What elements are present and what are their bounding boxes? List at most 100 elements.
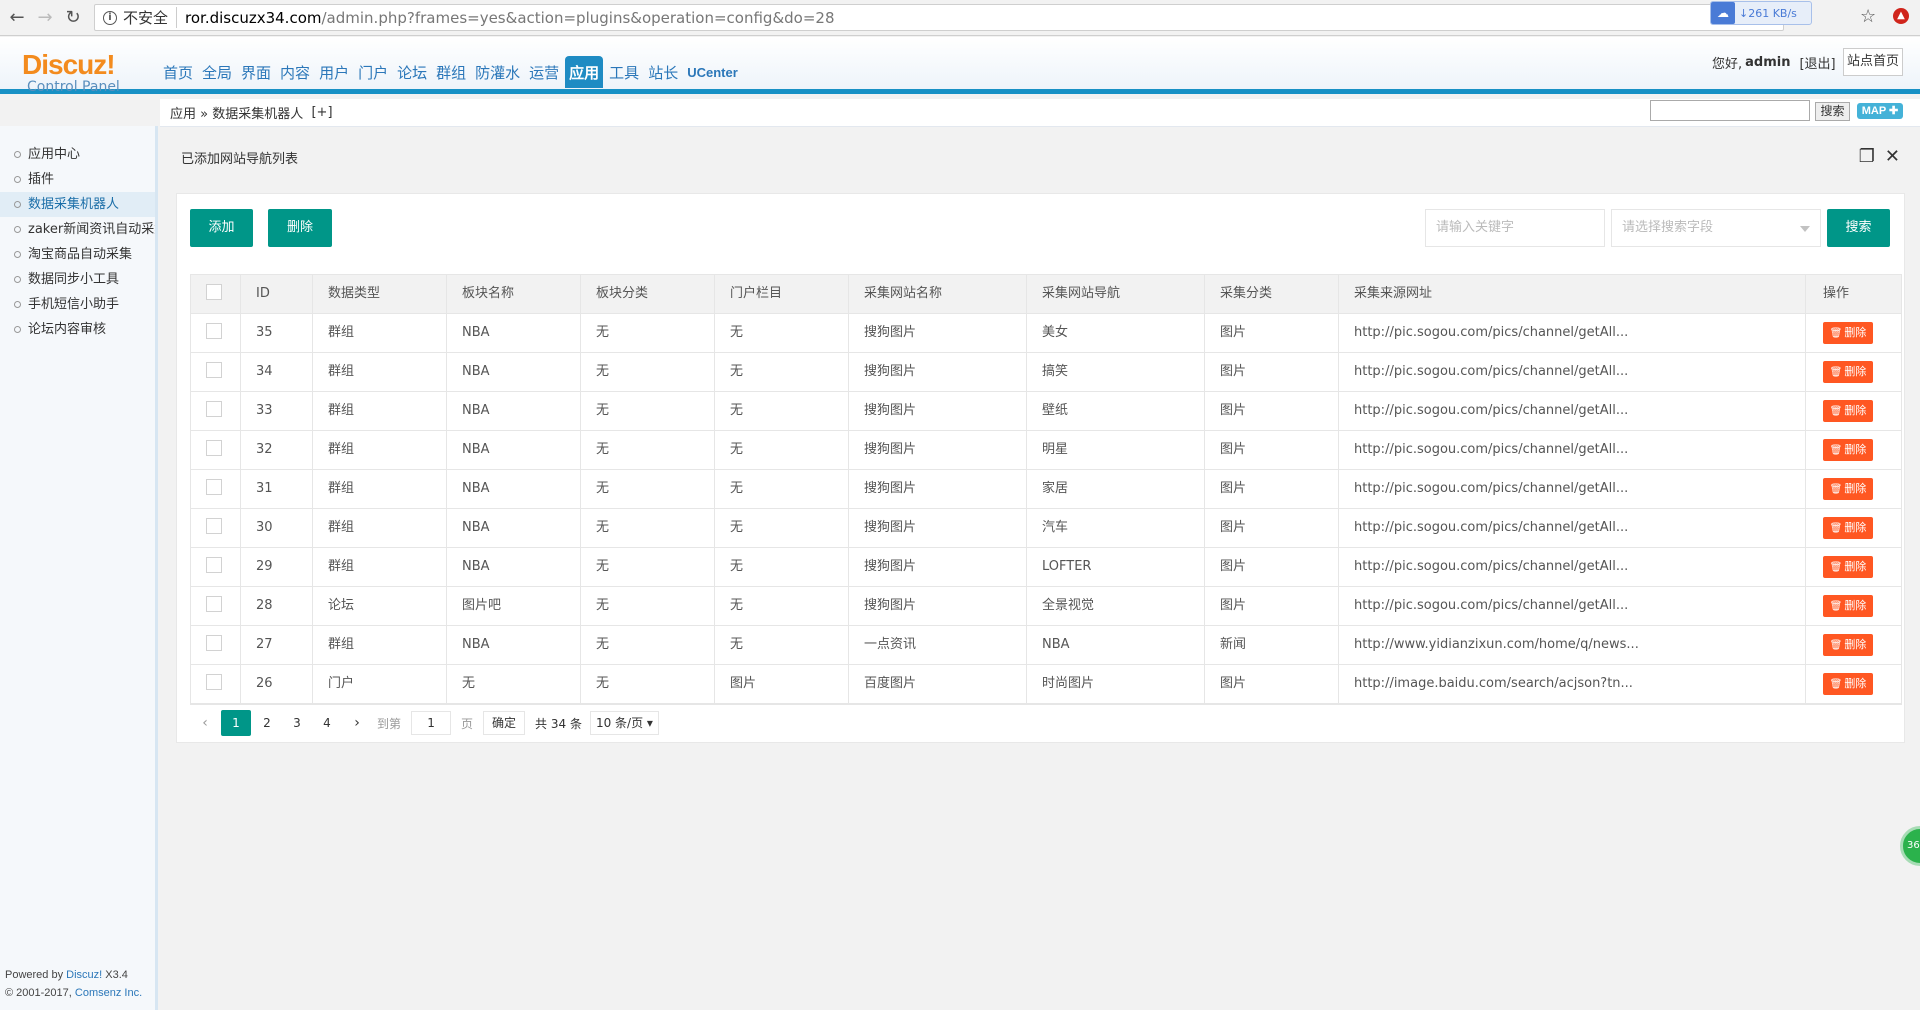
- row-delete-button[interactable]: 🗑 删除: [1823, 555, 1873, 578]
- nav-item-2[interactable]: 界面: [238, 60, 274, 88]
- row-checkbox[interactable]: [206, 557, 222, 573]
- next-page-icon[interactable]: ›: [343, 710, 371, 736]
- nav-item-9[interactable]: 运营: [526, 60, 562, 88]
- cell-cat: 图片: [1205, 665, 1339, 703]
- cell-type: 群组: [313, 431, 447, 469]
- table-row: 32 群组 NBA 无无搜狗图片 明星 图片 http://pic.sogou.com/pi…: [191, 431, 1901, 470]
- row-checkbox[interactable]: [206, 323, 222, 339]
- back-icon[interactable]: ←: [6, 7, 28, 29]
- cell-url: http://pic.sogou.com/pics/channel/getAll…: [1339, 548, 1806, 586]
- footer-company-link[interactable]: Comsenz Inc.: [75, 987, 142, 999]
- nav-item-13[interactable]: UCenter: [684, 60, 741, 88]
- extension-icon[interactable]: ▲: [1893, 8, 1909, 24]
- cloud-icon: ☁: [1711, 2, 1735, 24]
- map-button[interactable]: MAP ✚: [1857, 103, 1903, 119]
- restore-window-icon[interactable]: ❐: [1859, 146, 1875, 167]
- nav-item-6[interactable]: 论坛: [394, 60, 430, 88]
- menu-search-button[interactable]: 搜索: [1815, 102, 1850, 121]
- search-field-select[interactable]: 请选择搜索字段: [1611, 209, 1821, 247]
- select-all-checkbox[interactable]: [206, 284, 222, 300]
- footer-brand-link[interactable]: Discuz!: [66, 969, 102, 981]
- nav-item-1[interactable]: 全局: [199, 60, 235, 88]
- sidebar-item-0[interactable]: 应用中心: [0, 142, 155, 167]
- forward-icon[interactable]: →: [34, 7, 56, 29]
- row-checkbox[interactable]: [206, 362, 222, 378]
- row-delete-button[interactable]: 🗑 删除: [1823, 633, 1873, 656]
- sidebar-item-3[interactable]: zaker新闻资讯自动采集: [0, 217, 155, 242]
- row-delete-button[interactable]: 🗑 删除: [1823, 672, 1873, 695]
- add-button[interactable]: 添加: [190, 209, 253, 247]
- keyword-input[interactable]: 请输入关键字: [1425, 209, 1605, 247]
- row-checkbox[interactable]: [206, 596, 222, 612]
- row-checkbox[interactable]: [206, 674, 222, 690]
- table-body: 35 群组 NBA 无无搜狗图片 美女 图片 http://pic.sogou.com/pi…: [191, 314, 1901, 704]
- logout-link[interactable]: [退出]: [1799, 53, 1835, 72]
- url-path: /admin.php?frames=yes&action=plugins&ope…: [321, 8, 835, 27]
- cell-nav: 全景视觉: [1027, 587, 1205, 625]
- goto-confirm-button[interactable]: 确定: [483, 711, 526, 735]
- row-delete-button[interactable]: 🗑 删除: [1823, 360, 1873, 383]
- cell-cat: 新闻: [1205, 626, 1339, 664]
- username: admin: [1745, 55, 1791, 70]
- row-checkbox[interactable]: [206, 479, 222, 495]
- site-home-button[interactable]: 站点首页: [1843, 48, 1903, 76]
- row-delete-button[interactable]: 🗑 删除: [1823, 321, 1873, 344]
- nav-item-10[interactable]: 应用: [565, 56, 604, 88]
- cell-nav: NBA: [1027, 626, 1205, 664]
- page-size-select[interactable]: 10 条/页 ▾: [589, 711, 659, 735]
- sidebar-item-2[interactable]: 数据采集机器人: [0, 192, 155, 217]
- nav-item-12[interactable]: 站长: [645, 60, 681, 88]
- nav-item-11[interactable]: 工具: [606, 60, 642, 88]
- trash-icon: 🗑: [1829, 678, 1843, 690]
- row-delete-button[interactable]: 🗑 删除: [1823, 594, 1873, 617]
- row-check-cell: [191, 509, 241, 547]
- reload-icon[interactable]: ↻: [62, 7, 84, 29]
- nav-item-8[interactable]: 防灌水: [472, 60, 523, 88]
- row-checkbox[interactable]: [206, 440, 222, 456]
- nav-item-4[interactable]: 用户: [316, 60, 352, 88]
- nav-item-3[interactable]: 内容: [277, 60, 313, 88]
- sidebar-item-4[interactable]: 淘宝商品自动采集: [0, 242, 155, 267]
- row-delete-button[interactable]: 🗑 删除: [1823, 438, 1873, 461]
- row-checkbox[interactable]: [206, 518, 222, 534]
- page-number[interactable]: 4: [313, 710, 341, 736]
- table-row: 31 群组 NBA 无无搜狗图片 家居 图片 http://pic.sogou.com/pi…: [191, 470, 1901, 509]
- nav-item-5[interactable]: 门户: [355, 60, 391, 88]
- cell-cat: 图片: [1205, 392, 1339, 430]
- menu-search-input[interactable]: [1650, 100, 1810, 121]
- browser-toolbar: ← → ↻ i 不安全 ror.discuzx34.com/admin.php?…: [0, 0, 1920, 36]
- cell-id: 27: [241, 626, 313, 664]
- cell-block: NBA: [447, 431, 581, 469]
- row-checkbox[interactable]: [206, 635, 222, 651]
- cell-id: 35: [241, 314, 313, 352]
- sidebar-item-5[interactable]: 数据同步小工具: [0, 267, 155, 292]
- row-check-cell: [191, 626, 241, 664]
- sidebar-item-label: 数据采集机器人: [28, 197, 120, 212]
- download-speed-badge[interactable]: ☁ ↓261 KB/s: [1710, 1, 1812, 25]
- batch-delete-button[interactable]: 删除: [268, 209, 332, 247]
- logo[interactable]: Discuz! Control Panel: [22, 51, 120, 96]
- close-icon[interactable]: ✕: [1885, 146, 1900, 167]
- row-checkbox[interactable]: [206, 401, 222, 417]
- row-delete-button[interactable]: 🗑 删除: [1823, 399, 1873, 422]
- cell-actions: 🗑 删除: [1806, 665, 1891, 703]
- bookmark-star-icon[interactable]: ☆: [1860, 6, 1876, 27]
- total-count: 共 34 条: [535, 716, 582, 731]
- info-icon[interactable]: i: [103, 10, 117, 25]
- nav-item-7[interactable]: 群组: [433, 60, 469, 88]
- address-bar[interactable]: i 不安全 ror.discuzx34.com/admin.php?frames…: [94, 4, 1784, 31]
- row-delete-button[interactable]: 🗑 删除: [1823, 516, 1873, 539]
- search-button[interactable]: 搜索: [1827, 209, 1890, 247]
- sidebar-item-7[interactable]: 论坛内容审核: [0, 317, 155, 342]
- page-number[interactable]: 3: [283, 710, 311, 736]
- breadcrumb-add-link[interactable]: [+]: [311, 105, 332, 120]
- cell-id: 26: [241, 665, 313, 703]
- sidebar-item-1[interactable]: 插件: [0, 167, 155, 192]
- page-number[interactable]: 1: [221, 710, 251, 736]
- page-number[interactable]: 2: [253, 710, 281, 736]
- nav-item-0[interactable]: 首页: [160, 60, 196, 88]
- row-delete-button[interactable]: 🗑 删除: [1823, 477, 1873, 500]
- goto-page-input[interactable]: 1: [411, 711, 452, 735]
- sidebar-item-6[interactable]: 手机短信小助手: [0, 292, 155, 317]
- prev-page-icon[interactable]: ‹: [191, 710, 219, 736]
